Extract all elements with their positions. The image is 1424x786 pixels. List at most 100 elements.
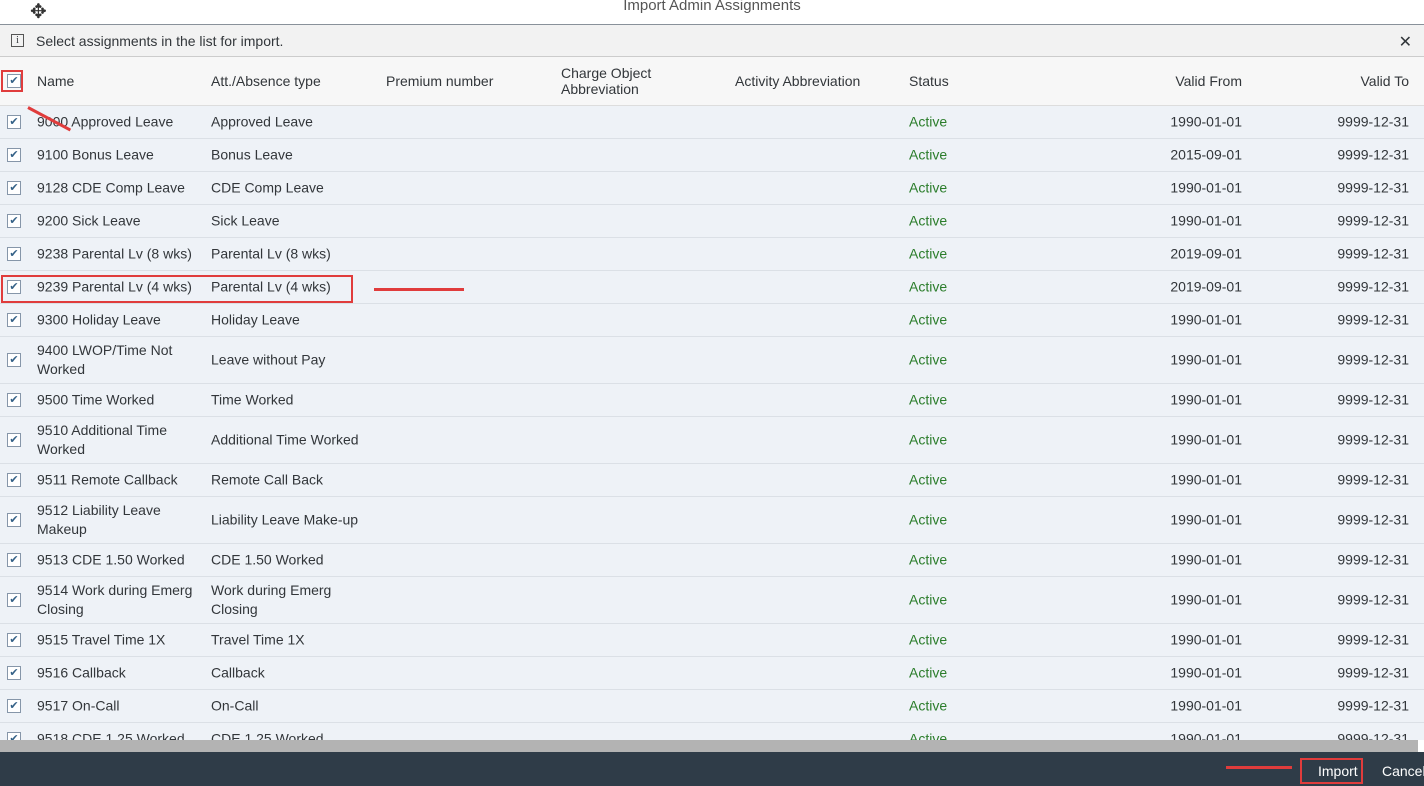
cell-type: Work during Emerg Closing <box>211 582 332 617</box>
cell-status: Active <box>909 431 948 448</box>
annotation-arrow <box>1226 766 1292 769</box>
col-valid-from[interactable]: Valid From <box>1175 73 1242 89</box>
cell-valid-from: 1990-01-01 <box>1170 212 1242 229</box>
cell-valid-from: 2019-09-01 <box>1170 278 1242 295</box>
cell-valid-to: 9999-12-31 <box>1337 471 1409 488</box>
cell-valid-to: 9999-12-31 <box>1337 391 1409 408</box>
cell-name: 9200 Sick Leave <box>37 212 141 229</box>
cell-status: Active <box>909 113 948 130</box>
col-premium[interactable]: Premium number <box>386 73 493 89</box>
cell-valid-from: 1990-01-01 <box>1170 471 1242 488</box>
info-message: Select assignments in the list for impor… <box>36 32 284 49</box>
cell-valid-to: 9999-12-31 <box>1337 431 1409 448</box>
cell-valid-from: 1990-01-01 <box>1170 113 1242 130</box>
table-row[interactable]: ✔ 9500 Time Worked Time Worked Active 19… <box>0 384 1424 417</box>
col-status[interactable]: Status <box>909 73 949 89</box>
cell-valid-to: 9999-12-31 <box>1337 146 1409 163</box>
dialog-footer: Import Cancel <box>0 752 1424 786</box>
row-checkbox[interactable]: ✔ <box>7 553 21 567</box>
cell-valid-to: 9999-12-31 <box>1337 631 1409 648</box>
col-valid-to[interactable]: Valid To <box>1360 73 1409 89</box>
table-row[interactable]: ✔ 9128 CDE Comp Leave CDE Comp Leave Act… <box>0 172 1424 205</box>
close-icon[interactable]: ✕ <box>1399 32 1412 52</box>
cell-name: 9513 CDE 1.50 Worked <box>37 551 185 568</box>
row-checkbox[interactable]: ✔ <box>7 115 21 129</box>
table-row[interactable]: ✔ 9200 Sick Leave Sick Leave Active 1990… <box>0 205 1424 238</box>
table-row[interactable]: ✔ 9511 Remote Callback Remote Call Back … <box>0 464 1424 497</box>
cell-status: Active <box>909 311 948 328</box>
cell-type: Sick Leave <box>211 212 280 229</box>
row-checkbox[interactable]: ✔ <box>7 699 21 713</box>
cell-valid-to: 9999-12-31 <box>1337 730 1409 741</box>
table-row[interactable]: ✔ 9517 On-Call On-Call Active 1990-01-01… <box>0 690 1424 723</box>
table-row[interactable]: ✔ 9516 Callback Callback Active 1990-01-… <box>0 657 1424 690</box>
table-row[interactable]: ✔ 9515 Travel Time 1X Travel Time 1X Act… <box>0 624 1424 657</box>
cell-valid-from: 1990-01-01 <box>1170 311 1242 328</box>
table-row[interactable]: ✔ 9000 Approved Leave Approved Leave Act… <box>0 106 1424 139</box>
cancel-button[interactable]: Cancel <box>1382 763 1424 779</box>
col-charge-object[interactable]: Charge Object Abbreviation <box>561 65 681 97</box>
row-checkbox[interactable]: ✔ <box>7 473 21 487</box>
annotation-highlight <box>1300 758 1363 784</box>
row-checkbox[interactable]: ✔ <box>7 393 21 407</box>
cell-type: Travel Time 1X <box>211 631 305 648</box>
cell-valid-from: 2019-09-01 <box>1170 245 1242 262</box>
table-row[interactable]: ✔ 9400 LWOP/Time Not Worked Leave withou… <box>0 337 1424 384</box>
cell-valid-from: 1990-01-01 <box>1170 351 1242 368</box>
cell-valid-to: 9999-12-31 <box>1337 697 1409 714</box>
cell-type: On-Call <box>211 697 259 714</box>
table-row[interactable]: ✔ 9512 Liability Leave Makeup Liability … <box>0 497 1424 544</box>
cell-valid-to: 9999-12-31 <box>1337 664 1409 681</box>
cell-status: Active <box>909 278 948 295</box>
cell-valid-from: 1990-01-01 <box>1170 551 1242 568</box>
annotation-highlight <box>1 70 23 92</box>
cell-status: Active <box>909 511 948 528</box>
cell-valid-to: 9999-12-31 <box>1337 245 1409 262</box>
row-checkbox[interactable]: ✔ <box>7 633 21 647</box>
cell-status: Active <box>909 146 948 163</box>
col-type[interactable]: Att./Absence type <box>211 73 321 89</box>
table-row[interactable]: ✔ 9514 Work during Emerg Closing Work du… <box>0 577 1424 624</box>
cell-type: CDE 1.25 Worked <box>211 730 324 741</box>
row-checkbox[interactable]: ✔ <box>7 666 21 680</box>
row-checkbox[interactable]: ✔ <box>7 353 21 367</box>
cell-valid-from: 1990-01-01 <box>1170 730 1242 741</box>
table-row[interactable]: ✔ 9100 Bonus Leave Bonus Leave Active 20… <box>0 139 1424 172</box>
table-row[interactable]: ✔ 9300 Holiday Leave Holiday Leave Activ… <box>0 304 1424 337</box>
col-activity[interactable]: Activity Abbreviation <box>735 73 860 89</box>
row-checkbox[interactable]: ✔ <box>7 181 21 195</box>
cell-valid-from: 1990-01-01 <box>1170 179 1242 196</box>
cell-valid-from: 1990-01-01 <box>1170 431 1242 448</box>
horizontal-scrollbar[interactable] <box>0 740 1418 752</box>
cell-valid-to: 9999-12-31 <box>1337 212 1409 229</box>
cell-valid-to: 9999-12-31 <box>1337 311 1409 328</box>
move-icon[interactable]: ✥ <box>30 2 47 22</box>
row-checkbox[interactable]: ✔ <box>7 148 21 162</box>
table-row[interactable]: ✔ 9513 CDE 1.50 Worked CDE 1.50 Worked A… <box>0 544 1424 577</box>
cell-status: Active <box>909 551 948 568</box>
cell-valid-from: 1990-01-01 <box>1170 631 1242 648</box>
table-row[interactable]: ✔ 9518 CDE 1.25 Worked CDE 1.25 Worked A… <box>0 723 1424 740</box>
row-checkbox[interactable]: ✔ <box>7 513 21 527</box>
cell-valid-from: 2015-09-01 <box>1170 146 1242 163</box>
row-checkbox[interactable]: ✔ <box>7 214 21 228</box>
cell-valid-to: 9999-12-31 <box>1337 113 1409 130</box>
cell-name: 9514 Work during Emerg Closing <box>37 582 193 617</box>
row-checkbox[interactable]: ✔ <box>7 732 21 740</box>
row-checkbox[interactable]: ✔ <box>7 433 21 447</box>
cell-type: Approved Leave <box>211 113 313 130</box>
cell-status: Active <box>909 245 948 262</box>
row-checkbox[interactable]: ✔ <box>7 593 21 607</box>
row-checkbox[interactable]: ✔ <box>7 247 21 261</box>
annotation-highlight <box>1 275 353 303</box>
cell-name: 9510 Additional Time Worked <box>37 422 167 457</box>
table-row[interactable]: ✔ 9510 Additional Time Worked Additional… <box>0 417 1424 464</box>
row-checkbox[interactable]: ✔ <box>7 313 21 327</box>
cell-status: Active <box>909 591 948 608</box>
dialog-titlebar[interactable]: ✥ Import Admin Assignments <box>0 0 1424 25</box>
cell-type: CDE Comp Leave <box>211 179 324 196</box>
cell-type: Additional Time Worked <box>211 431 359 448</box>
table-row[interactable]: ✔ 9238 Parental Lv (8 wks) Parental Lv (… <box>0 238 1424 271</box>
col-name[interactable]: Name <box>37 73 74 89</box>
cell-type: Bonus Leave <box>211 146 293 163</box>
